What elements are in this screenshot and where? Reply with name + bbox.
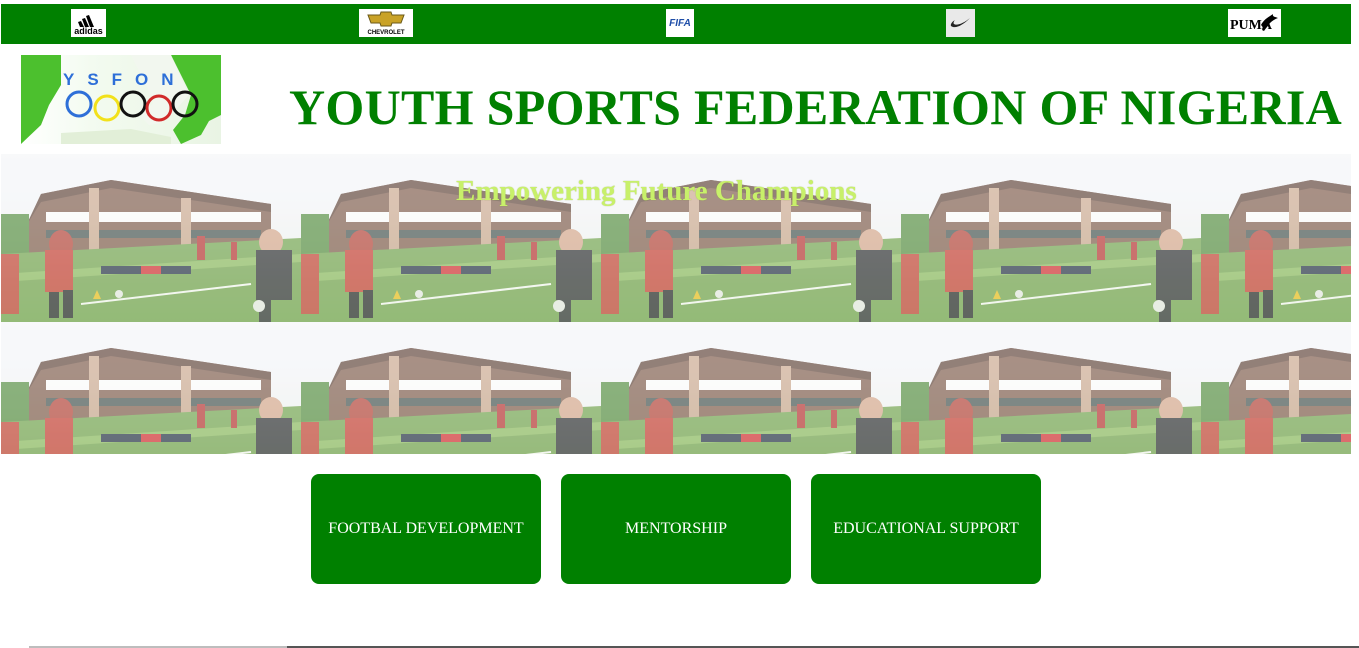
- page-title: YOUTH SPORTS FEDERATION OF NIGERIA: [289, 79, 1343, 135]
- hero-tagline: Empowering Future Champions: [456, 175, 857, 207]
- ysfon-logo[interactable]: YSFON: [21, 55, 221, 144]
- sponsor-bar: adidas CHEVROLET FIFA PUMA: [1, 4, 1351, 44]
- fifa-logo-icon: FIFA: [669, 17, 691, 29]
- sponsor-adidas[interactable]: adidas: [71, 9, 106, 37]
- service-button-mentorship[interactable]: MENTORSHIP: [561, 474, 791, 584]
- sponsor-chevrolet-label: CHEVROLET: [367, 30, 405, 36]
- sponsor-puma-label: PUMA: [1230, 18, 1272, 33]
- logo-text: YSFON: [63, 70, 187, 89]
- hero-banner: Empowering Future Champions: [1, 154, 1351, 454]
- sponsor-adidas-label: adidas: [74, 26, 103, 36]
- sponsor-chevrolet[interactable]: CHEVROLET: [359, 9, 413, 37]
- sponsor-nike[interactable]: [946, 9, 975, 37]
- nike-logo-icon: [950, 18, 970, 28]
- service-button-football-development[interactable]: FOOTBAL DEVELOPMENT: [311, 474, 541, 584]
- sponsor-fifa[interactable]: FIFA: [666, 9, 694, 37]
- olympic-rings-icon: [65, 90, 199, 122]
- service-button-educational-support[interactable]: EDUCATIONAL SUPPORT: [811, 474, 1041, 584]
- sponsor-puma[interactable]: PUMA: [1228, 9, 1281, 37]
